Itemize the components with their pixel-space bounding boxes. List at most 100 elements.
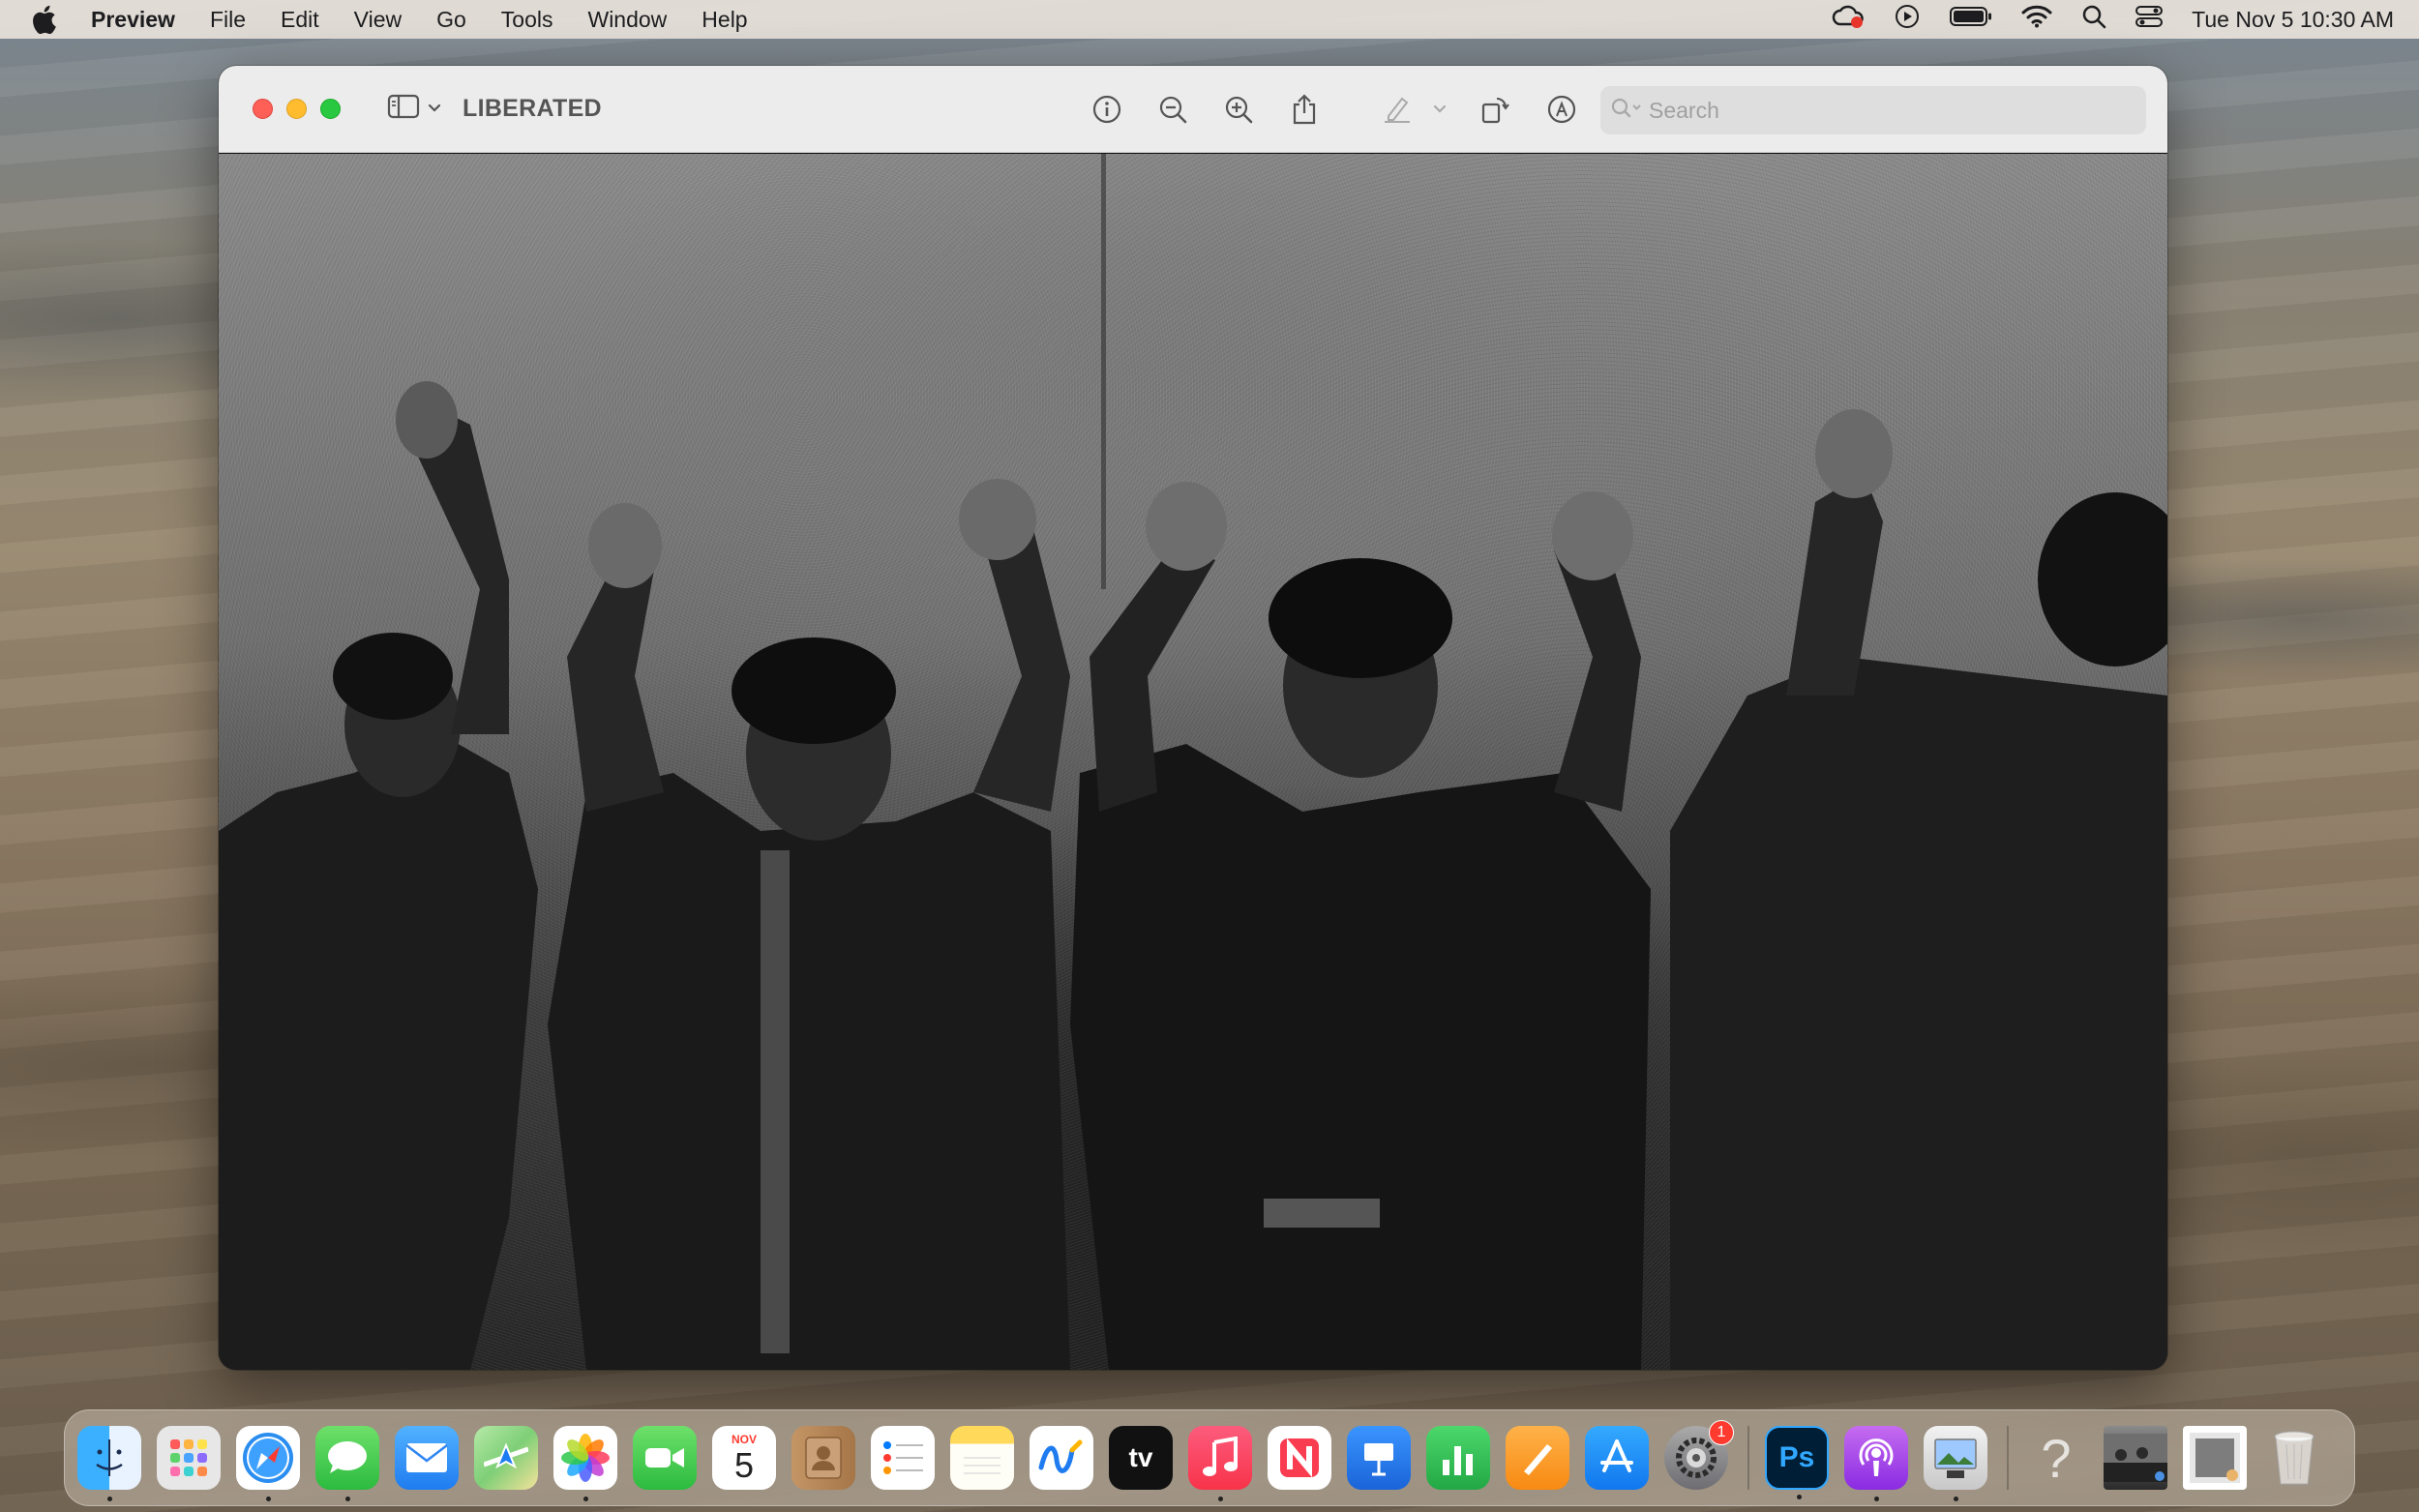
menu-edit[interactable]: Edit (281, 7, 319, 33)
zoom-button[interactable] (320, 99, 341, 119)
apple-menu-icon[interactable] (31, 5, 60, 34)
dock-music[interactable] (1188, 1426, 1252, 1501)
markup-icon[interactable] (1542, 90, 1581, 129)
search-input[interactable] (1649, 97, 2113, 124)
chevron-down-icon (428, 101, 441, 118)
question-mark-icon: ? (2041, 1427, 2072, 1489)
sidebar-icon (387, 93, 420, 125)
document-title: LIBERATED (463, 95, 602, 122)
messages-icon (328, 1441, 367, 1473)
dock-launchpad[interactable] (157, 1426, 221, 1490)
wifi-icon[interactable] (2021, 5, 2052, 34)
highlight-icon[interactable] (1378, 90, 1417, 129)
news-icon (1280, 1438, 1319, 1478)
dock-system-settings[interactable]: 1 (1664, 1420, 1734, 1490)
control-center-icon[interactable] (2135, 5, 2164, 34)
app-store-icon (1600, 1439, 1633, 1472)
search-icon (1610, 97, 1643, 125)
creative-cloud-icon[interactable] (1832, 3, 1865, 36)
photo-figures (219, 381, 2167, 1370)
keynote-icon (1364, 1443, 1393, 1476)
close-button[interactable] (253, 99, 273, 119)
dock-trash[interactable] (2262, 1426, 2326, 1490)
traffic-lights (253, 99, 341, 119)
dock: NOV 5 tv 1 Ps ? (64, 1409, 2355, 1506)
dock-photos[interactable] (553, 1426, 617, 1501)
menu-tools[interactable]: Tools (501, 7, 553, 33)
dock-numbers[interactable] (1426, 1426, 1490, 1490)
dock-separator (2007, 1426, 2009, 1490)
menu-bar-clock[interactable]: Tue Nov 5 10:30 AM (2192, 7, 2394, 33)
rotate-icon[interactable] (1477, 90, 1515, 129)
dock-mail[interactable] (395, 1426, 459, 1490)
dock-podcasts[interactable] (1844, 1426, 1908, 1501)
calendar-day: 5 (733, 1445, 755, 1485)
dock-contacts[interactable] (791, 1426, 855, 1490)
menu-bar: Preview File Edit View Go Tools Window H… (0, 0, 2419, 39)
pages-icon (1524, 1444, 1552, 1475)
music-icon (1203, 1437, 1238, 1476)
now-playing-icon[interactable] (1894, 3, 1921, 36)
window-toolbar: LIBERATED (219, 66, 2167, 153)
image-thumbnail-icon (2190, 1433, 2240, 1483)
menu-file[interactable]: File (210, 7, 246, 33)
dock-messages[interactable] (315, 1426, 379, 1501)
info-icon[interactable] (1088, 90, 1126, 129)
notes-icon (964, 1457, 1000, 1474)
zoom-in-icon[interactable] (1219, 90, 1258, 129)
contacts-icon (805, 1437, 842, 1479)
numbers-icon (1443, 1446, 1473, 1475)
photos-icon (561, 1434, 610, 1482)
menu-app-name[interactable]: Preview (91, 7, 175, 33)
notification-badge: 1 (1709, 1420, 1734, 1445)
preview-window: LIBERATED (219, 66, 2167, 1370)
dock-photoshop[interactable]: Ps (1765, 1426, 1829, 1499)
menu-view[interactable]: View (354, 7, 402, 33)
dock-maps[interactable] (474, 1426, 538, 1490)
dock-keynote[interactable] (1347, 1426, 1411, 1490)
dock-safari[interactable] (236, 1426, 300, 1501)
preview-icon (1934, 1438, 1977, 1478)
share-icon[interactable] (1285, 90, 1324, 129)
dock-pages[interactable] (1506, 1426, 1569, 1490)
reminders-icon (883, 1441, 923, 1474)
photoshop-icon: Ps (1778, 1441, 1815, 1473)
trash-icon (2274, 1431, 2314, 1485)
menu-window[interactable]: Window (587, 7, 667, 33)
dock-app-store[interactable] (1585, 1426, 1649, 1490)
dock-calendar[interactable]: NOV 5 (712, 1426, 776, 1490)
dock-reminders[interactable] (871, 1426, 935, 1490)
dock-news[interactable] (1268, 1426, 1331, 1490)
launchpad-icon (170, 1439, 207, 1476)
minimize-button[interactable] (286, 99, 307, 119)
finder-icon (96, 1439, 123, 1476)
dock-stack-photos[interactable] (2104, 1426, 2167, 1490)
chevron-down-icon[interactable] (1430, 90, 1449, 129)
menu-go[interactable]: Go (436, 7, 466, 33)
dock-notes[interactable] (950, 1426, 1014, 1490)
search-field[interactable] (1600, 86, 2146, 134)
freeform-icon (1038, 1439, 1083, 1473)
podcasts-icon (1859, 1438, 1894, 1476)
maps-icon (484, 1442, 528, 1469)
zoom-out-icon[interactable] (1153, 90, 1192, 129)
menu-help[interactable]: Help (702, 7, 747, 33)
dock-freeform[interactable] (1030, 1426, 1093, 1490)
facetime-icon (645, 1448, 684, 1468)
document-image[interactable] (219, 154, 2167, 1370)
battery-icon[interactable] (1950, 6, 1992, 33)
dock-finder[interactable] (77, 1426, 141, 1501)
sidebar-toggle-button[interactable] (387, 93, 441, 125)
toolbar-actions (1088, 66, 1608, 153)
calendar-month: NOV (731, 1433, 757, 1446)
dock-preview[interactable] (1924, 1426, 1987, 1501)
dock-tv[interactable]: tv (1109, 1426, 1173, 1490)
tv-icon: tv (1128, 1442, 1153, 1472)
spotlight-search-icon[interactable] (2081, 4, 2106, 35)
dock-stack-images[interactable] (2183, 1426, 2247, 1490)
dock-facetime[interactable] (633, 1426, 697, 1490)
mail-icon (405, 1443, 448, 1472)
dock-separator (1747, 1426, 1749, 1490)
dock-help[interactable]: ? (2024, 1426, 2088, 1490)
safari-icon (243, 1433, 293, 1483)
